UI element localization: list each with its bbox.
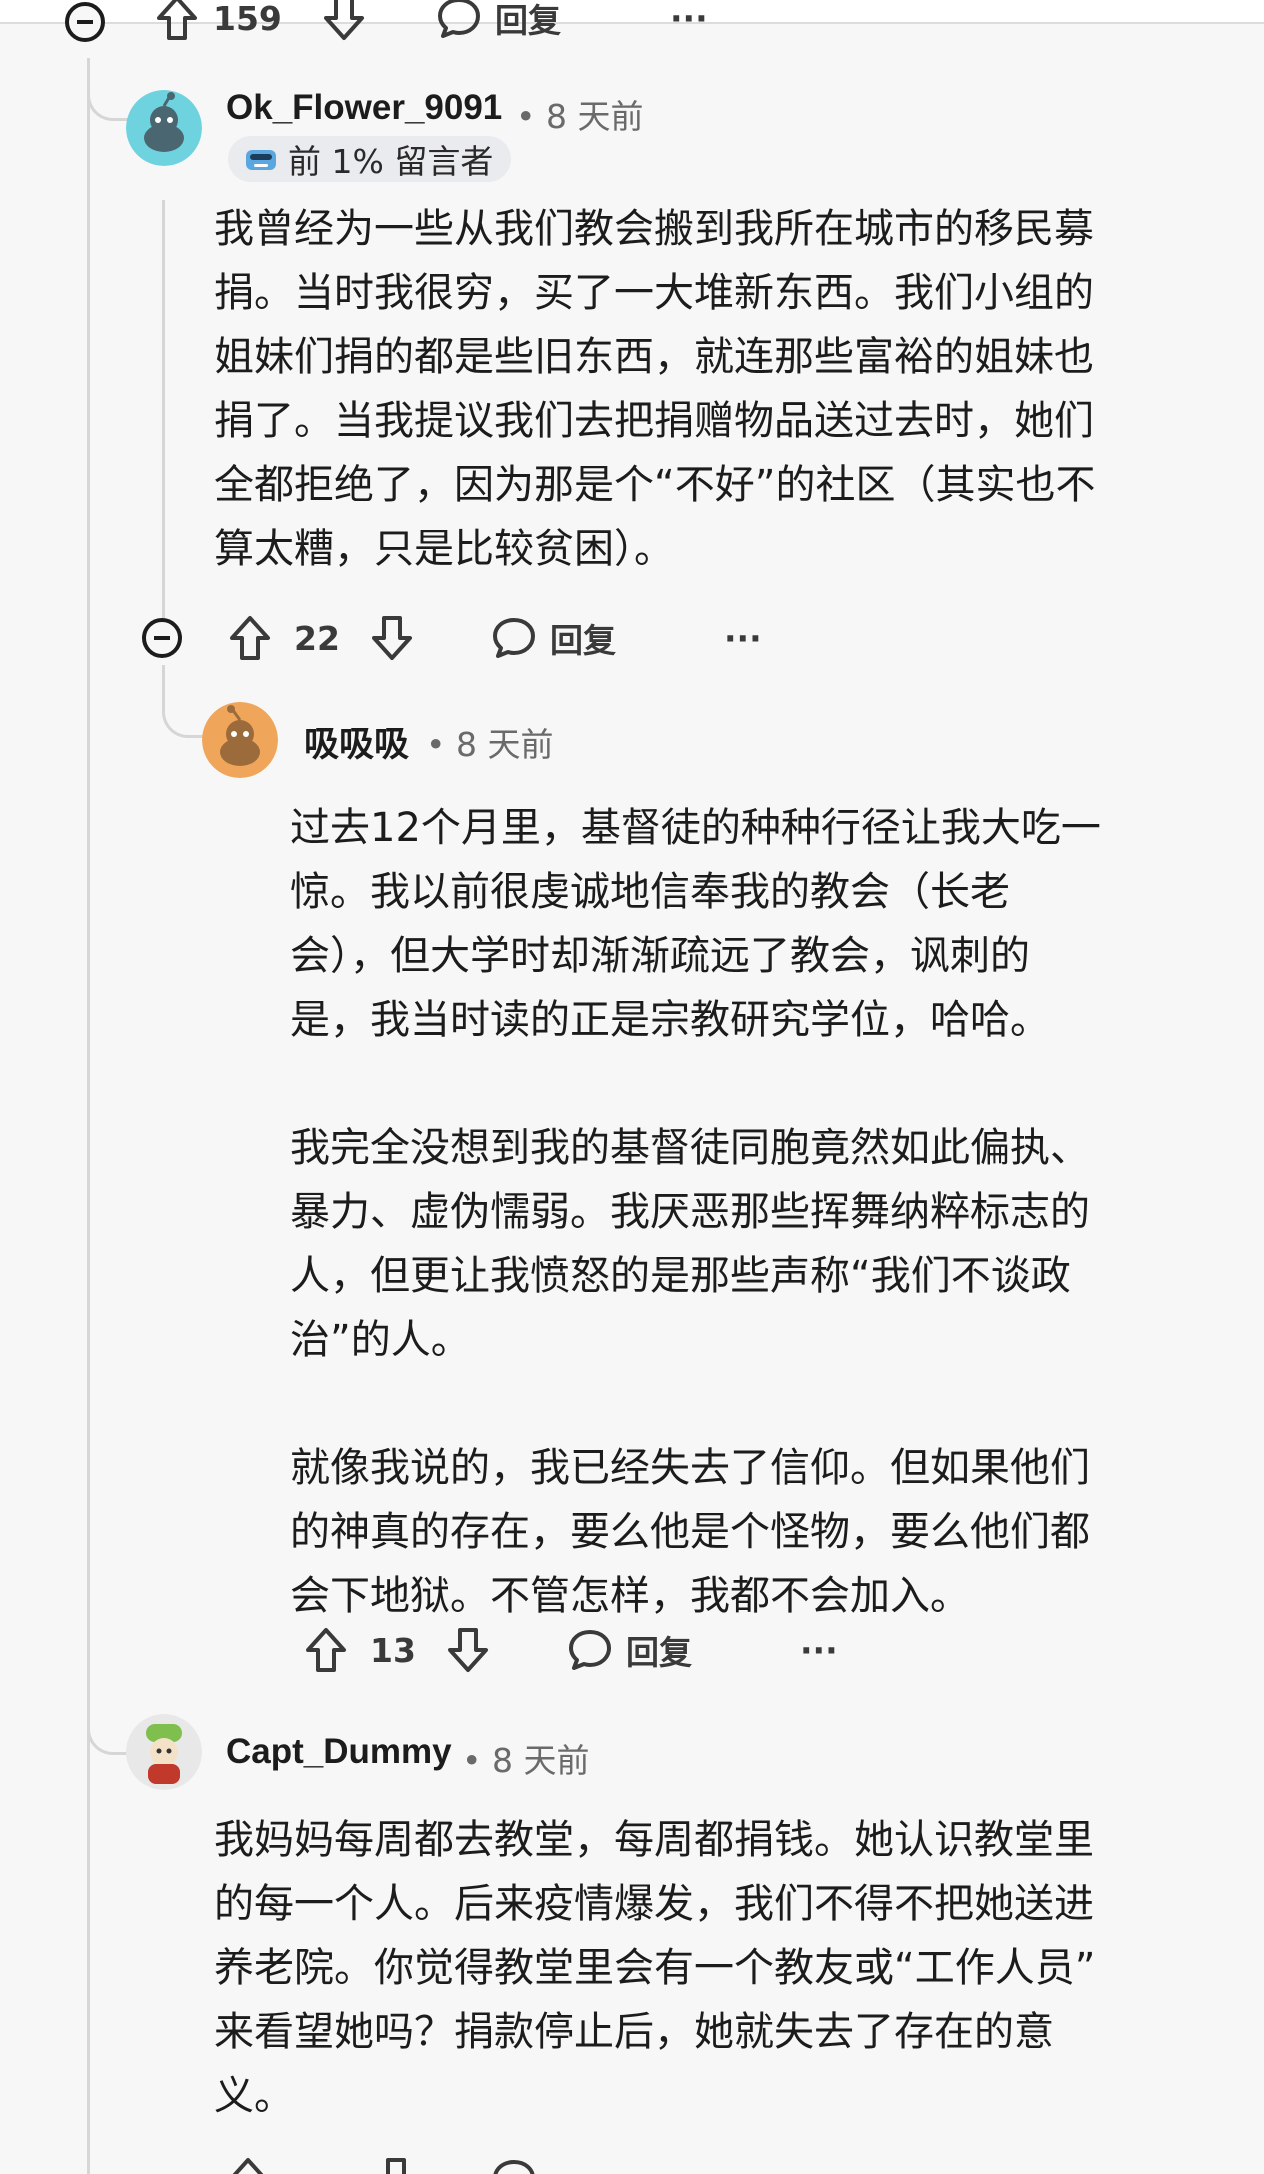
comment-icon: [569, 1630, 611, 1670]
more-options-button[interactable]: ···: [724, 608, 762, 668]
action-bar: 22 回复 ···: [140, 608, 840, 668]
upvote-icon: [157, 0, 197, 40]
username[interactable]: Ok_Flower_9091: [226, 88, 502, 128]
username[interactable]: 吸吸吸: [304, 716, 409, 767]
thread-line: [162, 200, 165, 620]
comment-body: 我曾经为一些从我们教会搬到我所在城市的移民募 捐。当时我很穷，买了一大堆新东西。…: [214, 206, 1096, 572]
comment-icon: [438, 0, 480, 38]
thread-branch: [162, 665, 207, 738]
timestamp: • 8 天前: [426, 725, 554, 764]
collapse-thread-button[interactable]: [65, 2, 105, 42]
reply-button[interactable]: 回复: [566, 1620, 692, 1680]
avatar[interactable]: [126, 1714, 202, 1790]
upvote-icon: [230, 616, 270, 660]
timestamp: • 8 天前: [462, 1741, 590, 1780]
vote-count: 22: [294, 618, 340, 658]
more-icon: ···: [670, 0, 708, 38]
upvote-button[interactable]: 159: [155, 0, 282, 44]
user-flair: 前 1% 留言者: [228, 136, 512, 182]
avatar[interactable]: [126, 90, 202, 166]
more-options-button[interactable]: ···: [670, 0, 708, 44]
downvote-icon: [448, 1628, 488, 1672]
avatar[interactable]: [202, 702, 278, 778]
action-bar: 13 回复 ···: [300, 1620, 900, 1680]
more-options-button[interactable]: ···: [800, 1620, 838, 1680]
vote-count: 159: [213, 0, 282, 38]
partial-action-bar: 159 回复 ···: [60, 0, 760, 44]
collapse-thread-button[interactable]: [142, 618, 182, 658]
comment-body: 过去12个月里，基督徒的种种行径让我大吃一 惊。我以前很虔诚地信奉我的教会（长老…: [290, 805, 1101, 1619]
downvote-icon: [386, 2158, 406, 2174]
partial-action-bar: [214, 2152, 714, 2174]
reply-button[interactable]: 回复: [490, 608, 616, 668]
thread-line: [87, 58, 90, 2174]
upvote-icon: [306, 1628, 346, 1672]
downvote-button[interactable]: [446, 1620, 490, 1680]
timestamp: • 8 天前: [516, 97, 644, 136]
thread-branch: [87, 1700, 130, 1755]
reply-button[interactable]: 回复: [435, 0, 561, 44]
top-commenter-icon: [246, 150, 276, 170]
reply-label: 回复: [550, 621, 616, 660]
flair-text: 前 1% 留言者: [288, 142, 494, 181]
thread-branch: [87, 60, 130, 121]
downvote-icon: [324, 0, 364, 40]
comment-icon: [493, 2160, 535, 2174]
upvote-button[interactable]: 13: [304, 1620, 416, 1680]
reply-label: 回复: [626, 1633, 692, 1672]
downvote-button[interactable]: [322, 0, 366, 44]
upvote-button[interactable]: 22: [228, 608, 340, 668]
username[interactable]: Capt_Dummy: [226, 1732, 452, 1772]
comment-body: 我妈妈每周都去教堂，每周都捐钱。她认识教堂里 的每一个人。后来疫情爆发，我们不得…: [214, 1817, 1096, 2119]
upvote-icon: [232, 2158, 264, 2174]
reply-label: 回复: [495, 1, 561, 40]
more-icon: ···: [800, 1630, 838, 1670]
vote-count: 13: [370, 1630, 416, 1670]
downvote-icon: [372, 616, 412, 660]
more-icon: ···: [724, 618, 762, 658]
downvote-button[interactable]: [370, 608, 414, 668]
comment-icon: [493, 618, 535, 658]
